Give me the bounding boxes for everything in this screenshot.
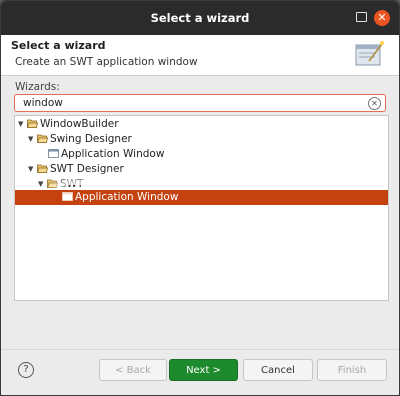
back-button[interactable]: < Back bbox=[99, 359, 167, 381]
header-title: Select a wizard bbox=[11, 39, 106, 52]
finish-button[interactable]: Finish bbox=[317, 359, 387, 381]
tree-label: Swing Designer bbox=[50, 133, 132, 145]
window-icon bbox=[62, 191, 73, 201]
close-icon[interactable]: ✕ bbox=[374, 10, 390, 26]
folder-open-icon bbox=[27, 119, 38, 128]
wizards-label: Wizards: bbox=[15, 81, 60, 93]
tree-item-windowbuilder[interactable]: ▼ WindowBuilder bbox=[18, 117, 119, 132]
tree-item-swing-application-window[interactable]: Application Window bbox=[48, 147, 164, 162]
clear-icon[interactable]: ✕ bbox=[368, 97, 381, 110]
expand-arrow-icon[interactable]: ▼ bbox=[18, 117, 27, 132]
selected-row[interactable]: Application Window bbox=[15, 190, 388, 205]
window-title: Select a wizard bbox=[150, 11, 250, 25]
folder-open-icon bbox=[37, 164, 48, 173]
cancel-button[interactable]: Cancel bbox=[243, 359, 313, 381]
next-button[interactable]: Next > bbox=[169, 359, 238, 381]
window-icon bbox=[48, 148, 59, 158]
help-icon[interactable]: ? bbox=[18, 362, 34, 378]
wizard-header: Select a wizard Create an SWT applicatio… bbox=[1, 35, 399, 76]
tree-item-swing-designer[interactable]: ▼ Swing Designer bbox=[28, 132, 132, 147]
expand-arrow-icon[interactable]: ▼ bbox=[28, 132, 37, 147]
wizard-tree[interactable]: ▼ WindowBuilder ▼ Swing Designer Applicati… bbox=[14, 115, 389, 301]
tree-item-swt-application-window[interactable]: Application Window bbox=[62, 190, 178, 205]
wizard-banner-icon bbox=[355, 41, 384, 66]
header-subtitle: Create an SWT application window bbox=[15, 56, 198, 68]
tree-label: WindowBuilder bbox=[40, 118, 119, 130]
tree-label: SWT Designer bbox=[50, 163, 124, 175]
folder-open-icon bbox=[47, 179, 58, 188]
expand-arrow-icon[interactable]: ▼ bbox=[28, 162, 37, 177]
wizard-filter-input[interactable] bbox=[23, 96, 363, 110]
footer-separator bbox=[1, 349, 399, 350]
maximize-icon[interactable] bbox=[356, 12, 367, 22]
folder-open-icon bbox=[37, 134, 48, 143]
title-bar: Select a wizard ✕ bbox=[1, 1, 399, 35]
tree-item-swt-designer[interactable]: ▼ SWT Designer bbox=[28, 162, 124, 177]
wizard-filter: ✕ bbox=[14, 94, 386, 112]
select-wizard-dialog: Select a wizard ✕ Select a wizard Create… bbox=[0, 0, 400, 396]
tree-label: Application Window bbox=[75, 191, 179, 203]
tree-label: Application Window bbox=[61, 148, 165, 160]
